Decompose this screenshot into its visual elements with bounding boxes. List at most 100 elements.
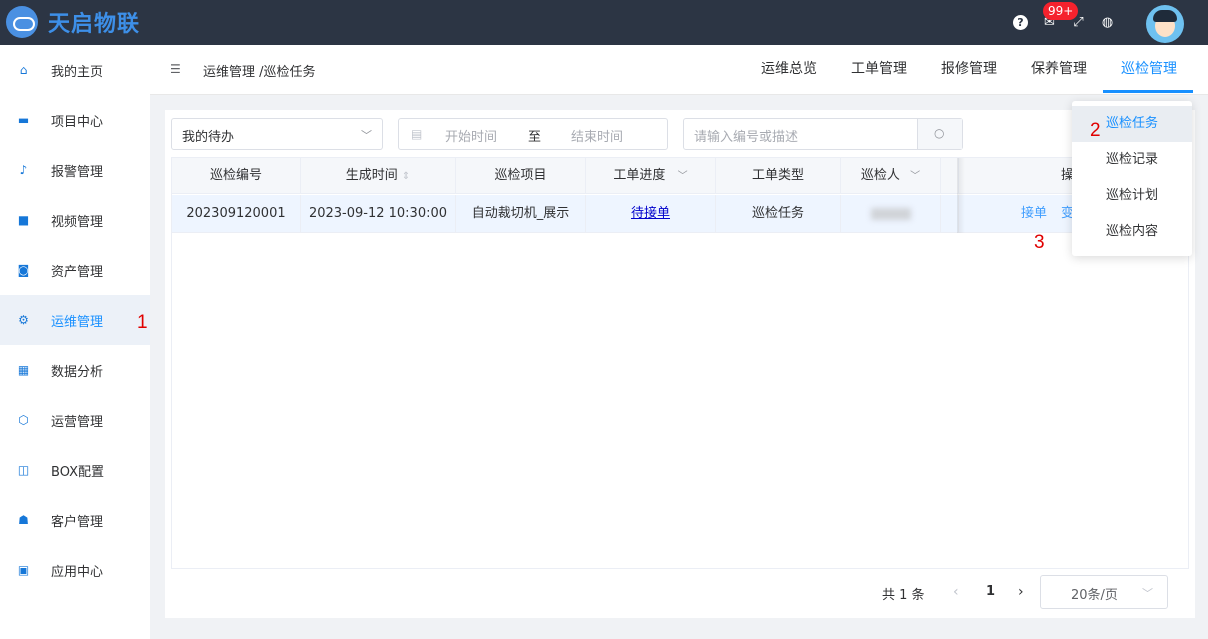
search-box[interactable]: 请输入编号或描述 ○ (683, 118, 963, 150)
sort-icon[interactable]: ⇕ (402, 171, 410, 182)
sidebar-item-label: BOX配置 (51, 464, 104, 480)
sidebar-item-label: 视频管理 (51, 214, 104, 230)
date-range-picker[interactable]: ▤ 开始时间 至 结束时间 (398, 118, 668, 150)
col-header-created[interactable]: 生成时间 ⇕ (301, 158, 456, 194)
globe-icon[interactable]: ◍ (1100, 15, 1115, 30)
sidebar-item-label: 项目中心 (51, 114, 104, 130)
cell-progress-link[interactable]: 待接单 (586, 195, 716, 233)
filter-chevron-icon[interactable]: ﹀ (910, 171, 920, 182)
avatar[interactable] (1146, 5, 1184, 43)
sub-header: ☰ 运维管理 /巡检任务 运维总览 工单管理 报修管理 保养管理 巡检管理 (150, 45, 1208, 95)
fixed-column-shadow (957, 158, 965, 233)
tab-ops-overview[interactable]: 运维总览 (761, 58, 817, 78)
sidebar-item-label: 客户管理 (51, 514, 104, 530)
sidebar-item-label: 我的主页 (51, 64, 104, 80)
search-icon: ○ (934, 126, 945, 140)
cell-type: 巡检任务 (716, 195, 841, 233)
sidebar-item-projects[interactable]: ▬ 项目中心 (0, 95, 150, 145)
sidebar-item-label: 资产管理 (51, 264, 104, 280)
tab-inspection[interactable]: 巡检管理 (1121, 58, 1177, 78)
tab-work-orders[interactable]: 工单管理 (851, 58, 907, 78)
table-header: 巡检编号 生成时间 ⇕ 巡检项目 工单进度 ﹀ 工单类型 巡检人 ﹀ 操 (172, 158, 1188, 194)
search-input[interactable]: 请输入编号或描述 (694, 126, 798, 145)
pagination-page[interactable]: 1 (986, 584, 995, 599)
page-size-select[interactable]: 20条/页 ﹀ (1040, 575, 1168, 609)
chart-icon: ▦ (17, 362, 30, 377)
collapse-menu-icon[interactable]: ☰ (170, 63, 182, 75)
sidebar: ⌂ 我的主页 ▬ 项目中心 ♪ 报警管理 ■ 视频管理 ◙ 资产管理 ⚙ 运维管… (0, 45, 150, 639)
chevron-right-icon[interactable]: › (1018, 584, 1024, 600)
col-header-type: 工单类型 (716, 158, 841, 194)
asset-icon: ◙ (17, 262, 30, 277)
col-header-progress[interactable]: 工单进度 ﹀ (586, 158, 716, 194)
top-bar: 天启物联 ? ✉ 99+ ⤢ ◍ (0, 0, 1208, 45)
sidebar-item-operations[interactable]: ⚙ 运维管理 (0, 295, 150, 345)
content-card: 我的待办 ﹀ ▤ 开始时间 至 结束时间 请输入编号或描述 ○ 巡检编号 生成时… (165, 110, 1195, 618)
annotation-3: 3 (1034, 232, 1045, 253)
cell-project: 自动裁切机_展示 (456, 195, 586, 233)
sidebar-item-alarms[interactable]: ♪ 报警管理 (0, 145, 150, 195)
col-header-inspector-label: 巡检人 (860, 168, 900, 183)
page-size-value: 20条/页 (1071, 588, 1118, 603)
box-icon: ◫ (17, 462, 30, 477)
col-header-progress-label: 工单进度 (613, 168, 666, 183)
menu-item-inspection-content[interactable]: 巡检内容 (1072, 214, 1192, 250)
breadcrumb: 运维管理 /巡检任务 (203, 65, 316, 80)
gear-icon: ⚙ (18, 312, 29, 327)
chevron-left-icon[interactable]: ‹ (953, 584, 959, 600)
tab-repairs[interactable]: 报修管理 (941, 58, 997, 78)
annotation-2: 2 (1090, 120, 1101, 141)
col-header-created-label: 生成时间 (345, 168, 398, 183)
col-header-inspector[interactable]: 巡检人 ﹀ (841, 158, 941, 194)
sidebar-item-home[interactable]: ⌂ 我的主页 (0, 45, 150, 95)
status-select-value: 我的待办 (182, 130, 235, 145)
sidebar-item-label: 应用中心 (51, 564, 104, 580)
redacted-name (870, 207, 911, 220)
sidebar-item-management[interactable]: ⬡ 运营管理 (0, 395, 150, 445)
cell-id: 202309120001 (172, 195, 301, 233)
date-end-input[interactable]: 结束时间 (571, 126, 623, 145)
tab-maintenance[interactable]: 保养管理 (1031, 58, 1087, 78)
annotation-1: 1 (137, 312, 148, 333)
active-tab-indicator (1103, 90, 1193, 93)
sidebar-item-box-config[interactable]: ◫ BOX配置 (0, 445, 150, 495)
cell-created: 2023-09-12 10:30:00 (301, 195, 456, 233)
col-header-project: 巡检项目 (456, 158, 586, 194)
cell-inspector (841, 195, 941, 233)
sidebar-item-label: 运营管理 (51, 414, 104, 430)
status-select[interactable]: 我的待办 ﹀ (171, 118, 383, 150)
pagination-total: 共 1 条 (882, 588, 925, 603)
date-start-input[interactable]: 开始时间 (445, 126, 497, 145)
fullscreen-icon[interactable]: ⤢ (1071, 15, 1086, 30)
sidebar-item-label: 运维管理 (51, 314, 104, 330)
logo-text: 天启物联 (48, 12, 141, 37)
search-button[interactable]: ○ (917, 119, 962, 149)
home-icon: ⌂ (19, 62, 28, 77)
sidebar-item-apps[interactable]: ▣ 应用中心 (0, 545, 150, 595)
col-header-id: 巡检编号 (172, 158, 301, 194)
date-separator: 至 (528, 130, 542, 145)
filter-chevron-icon[interactable]: ﹀ (678, 171, 688, 182)
sidebar-item-video[interactable]: ■ 视频管理 (0, 195, 150, 245)
sidebar-item-assets[interactable]: ◙ 资产管理 (0, 245, 150, 295)
users-icon: ☗ (18, 512, 29, 527)
accept-order-button[interactable]: 接单 (1021, 195, 1047, 233)
cloud-logo-icon (6, 6, 38, 38)
calendar-icon: ▤ (411, 127, 423, 141)
sidebar-item-label: 数据分析 (51, 364, 104, 380)
project-icon: ▬ (17, 112, 30, 127)
video-icon: ■ (17, 212, 30, 227)
table-row[interactable]: 202309120001 2023-09-12 10:30:00 自动裁切机_展… (172, 195, 1188, 233)
apps-icon: ▣ (17, 562, 30, 577)
logo[interactable]: 天启物联 (6, 6, 140, 38)
shield-icon: ⬡ (18, 412, 29, 427)
question-circle-icon[interactable]: ? (1013, 15, 1028, 30)
menu-item-inspection-records[interactable]: 巡检记录 (1072, 142, 1192, 178)
chevron-down-icon: ﹀ (1142, 587, 1153, 600)
avatar-hair (1153, 10, 1177, 22)
sidebar-item-analytics[interactable]: ▦ 数据分析 (0, 345, 150, 395)
sidebar-item-customers[interactable]: ☗ 客户管理 (0, 495, 150, 545)
bell-icon: ♪ (19, 162, 28, 177)
menu-item-inspection-plans[interactable]: 巡检计划 (1072, 178, 1192, 214)
chevron-down-icon: ﹀ (361, 129, 372, 142)
